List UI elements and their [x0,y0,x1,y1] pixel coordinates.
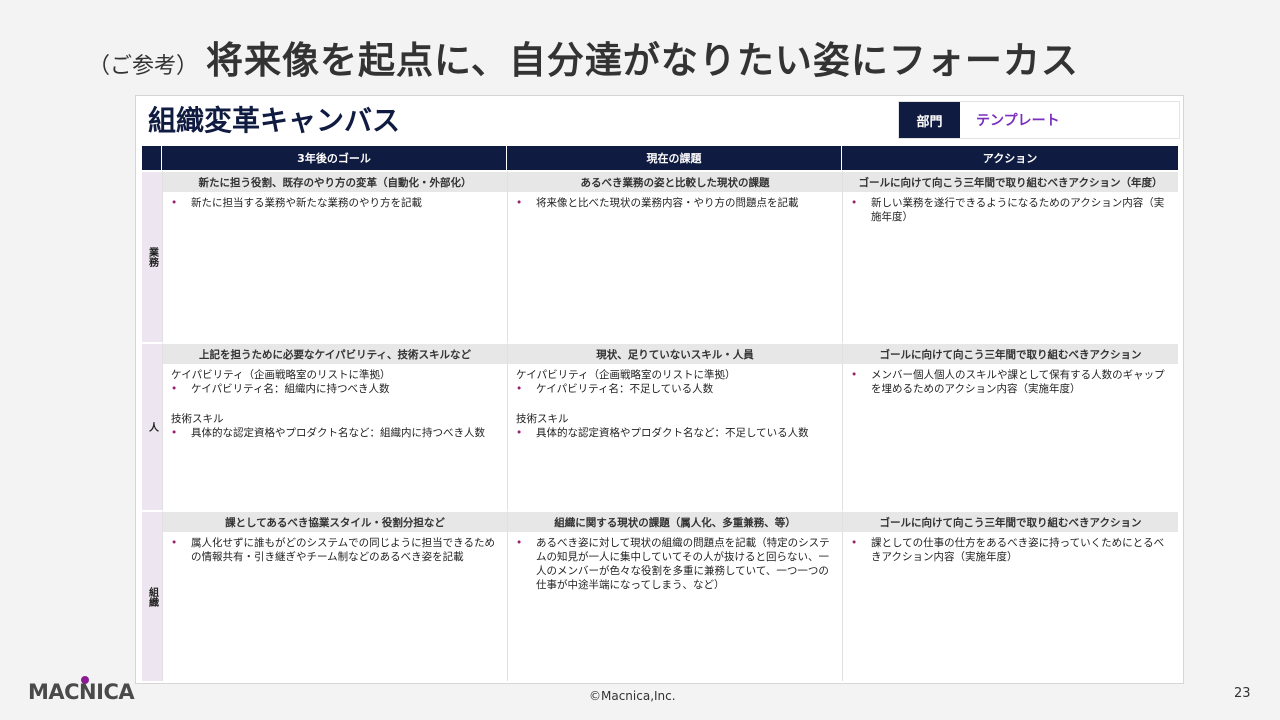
cell-action-row-2: ゴールに向けて向こう三年間で取り組むべきアクション • メンバー個人個人のスキルや課… [842,342,1178,510]
bullet-text: 課としての仕事の仕方をあるべき姿に持っていくためにとるべきアクション内容（実施年… [871,537,1165,563]
column-header-goal: 3年後のゴール [162,146,507,170]
plain-line: ケイパビリティ（企画戦略室のリストに準拠） [171,369,391,381]
dept-value: テンプレート [976,113,1060,129]
cell-subheader: ゴールに向けて向こう三年間で取り組むべきアクション（年度） [843,172,1178,192]
cell-subheader: 新たに担う役割、既存のやり方の変革（自動化・外部化） [163,172,507,192]
cell-action-row-1: ゴールに向けて向こう三年間で取り組むべきアクション（年度） • 新しい業務を遂行でき… [842,170,1178,342]
cell-body: • 課としての仕事の仕方をあるべき姿に持っていくためにとるべきアクション内容（実施… [843,532,1178,564]
bullet-dot-icon: • [851,197,858,209]
canvas-title: 組織変革キャンバス [148,104,401,137]
cell-subheader: 組織に関する現状の課題（属人化、多重兼務、等） [508,512,842,532]
dept-box: 部門 テンプレート [898,101,1180,139]
line-spacer [516,396,836,412]
bullet-dot-icon: • [171,197,178,209]
cell-body: • 属人化せずに誰もがどのシステムでの同じように担当できるための情報共有・引き継ぎ… [163,532,507,564]
bullet-item: • 将来像と比べた現状の業務内容・やり方の問題点を記載 [516,196,836,210]
bullet-text: 新たに担当する業務や新たな業務のやり方を記載 [191,197,422,209]
cell-body: • 将来像と比べた現状の業務内容・やり方の問題点を記載 [508,192,842,210]
row-label-1: 業務 [142,170,162,342]
canvas-grid: 3年後のゴール 現在の課題 アクション 業務 新たに担う役割、既存のやり方の変革（… [142,146,1178,681]
macnica-logo: MACNICA [28,680,135,704]
plain-line: ケイパビリティ（企画戦略室のリストに準拠） [516,369,736,381]
bullet-dot-icon: • [516,197,523,209]
slide-title-main: 将来像を起点に、自分達がなりたい姿にフォーカス [206,39,1079,82]
bullet-text: ケイパビリティ名：不足している人数 [536,383,714,395]
dept-label: 部門 [899,102,960,138]
cell-issues-row-1: あるべき業務の姿と比較した現状の課題 • 将来像と比べた現状の業務内容・やり方の問題… [507,170,842,342]
cell-goal-row-3: 課としてあるべき協業スタイル・役割分担など • 属人化せずに誰もがどのシステムでの同… [162,510,507,681]
bullet-item: • ケイパビリティ名：不足している人数 [516,382,836,396]
page-number: 23 [1234,686,1251,701]
canvas-card: 組織変革キャンバス 部門 テンプレート 3年後のゴール 現在の課題 アクション … [135,95,1184,684]
cell-issues-row-2: 現状、足りていないスキル・人員 ケイパビリティ（企画戦略室のリストに準拠） • ケイパ… [507,342,842,510]
line-spacer [171,396,501,412]
cell-goal-row-2: 上記を担うために必要なケイパビリティ、技術スキルなどケイパビリティ（企画戦略室の… [162,342,507,510]
cell-body: • 新しい業務を遂行できるようになるためのアクション内容（実施年度） [843,192,1178,224]
bullet-dot-icon: • [851,369,858,381]
cell-subheader: ゴールに向けて向こう三年間で取り組むべきアクション [843,512,1178,532]
cell-body: • あるべき姿に対して現状の組織の問題点を記載（特定のシステムの知見が一人に集中し… [508,532,842,592]
row-label-3: 組織 [142,510,162,681]
slide-title-prefix: （ご参考） [88,54,199,79]
cell-action-row-3: ゴールに向けて向こう三年間で取り組むべきアクション • 課としての仕事の仕方をあるべ… [842,510,1178,681]
bullet-item: • 課としての仕事の仕方をあるべき姿に持っていくためにとるべきアクション内容（実施… [851,536,1172,564]
bullet-dot-icon: • [516,383,523,395]
bullet-text: 具体的な認定資格やプロダクト名など：不足している人数 [536,427,809,439]
row-label-text: 業務 [146,247,158,267]
bullet-dot-icon: • [516,427,523,439]
cell-goal-row-1: 新たに担う役割、既存のやり方の変革（自動化・外部化） • 新たに担当する業務や新たな… [162,170,507,342]
header-corner [142,146,162,170]
bullet-item: • 新しい業務を遂行できるようになるためのアクション内容（実施年度） [851,196,1172,224]
bullet-item: • 新たに担当する業務や新たな業務のやり方を記載 [171,196,501,210]
column-header-action: アクション [842,146,1178,170]
bullet-item: • あるべき姿に対して現状の組織の問題点を記載（特定のシステムの知見が一人に集中し… [516,536,836,592]
bullet-item: • メンバー個人個人のスキルや課として保有する人数のギャップを埋めるためのアクショ… [851,368,1172,396]
row-label-text: 組織 [146,586,158,607]
cell-subheader: あるべき業務の姿と比較した現状の課題 [508,172,842,192]
row-label-text: 人 [146,422,158,432]
bullet-text: 具体的な認定資格やプロダクト名など：組織内に持つべき人数 [191,427,485,439]
column-header-issues: 現在の課題 [507,146,842,170]
cell-subheader: ゴールに向けて向こう三年間で取り組むべきアクション [843,344,1178,364]
cell-body: • 新たに担当する業務や新たな業務のやり方を記載 [163,192,507,210]
cell-body: ケイパビリティ（企画戦略室のリストに準拠） • ケイパビリティ名：組織内に持つべき人… [163,364,507,440]
bullet-text: メンバー個人個人のスキルや課として保有する人数のギャップを埋めるためのアクション… [871,369,1165,395]
bullet-dot-icon: • [171,383,178,395]
cell-body: ケイパビリティ（企画戦略室のリストに準拠） • ケイパビリティ名：不足している人数技… [508,364,842,440]
bullet-item: • 具体的な認定資格やプロダクト名など：組織内に持つべき人数 [171,426,501,440]
bullet-dot-icon: • [171,537,178,549]
copyright: ©Macnica,Inc. [589,689,676,703]
bullet-item: • 属人化せずに誰もがどのシステムでの同じように担当できるための情報共有・引き継ぎ… [171,536,501,564]
bullet-text: あるべき姿に対して現状の組織の問題点を記載（特定のシステムの知見が一人に集中して… [536,537,830,591]
cell-subheader: 現状、足りていないスキル・人員 [508,344,842,364]
plain-line: 技術スキル [171,413,224,425]
bullet-item: • ケイパビリティ名：組織内に持つべき人数 [171,382,501,396]
bullet-text: 新しい業務を遂行できるようになるためのアクション内容（実施年度） [871,197,1165,223]
cell-issues-row-3: 組織に関する現状の課題（属人化、多重兼務、等） • あるべき姿に対して現状の組織の問… [507,510,842,681]
bullet-item: • 具体的な認定資格やプロダクト名など：不足している人数 [516,426,836,440]
row-label-2: 人 [142,342,162,510]
plain-line: 技術スキル [516,413,569,425]
cell-subheader: 上記を担うために必要なケイパビリティ、技術スキルなど [163,344,507,364]
bullet-text: 属人化せずに誰もがどのシステムでの同じように担当できるための情報共有・引き継ぎや… [191,537,495,563]
bullet-dot-icon: • [851,537,858,549]
bullet-text: ケイパビリティ名：組織内に持つべき人数 [191,383,390,395]
slide-title: （ご参考） 将来像を起点に、自分達がなりたい姿にフォーカス [88,30,1079,84]
cell-subheader: 課としてあるべき協業スタイル・役割分担など [163,512,507,532]
bullet-dot-icon: • [516,537,523,549]
bullet-dot-icon: • [171,427,178,439]
bullet-text: 将来像と比べた現状の業務内容・やり方の問題点を記載 [536,197,799,209]
cell-body: • メンバー個人個人のスキルや課として保有する人数のギャップを埋めるためのアクショ… [843,364,1178,396]
